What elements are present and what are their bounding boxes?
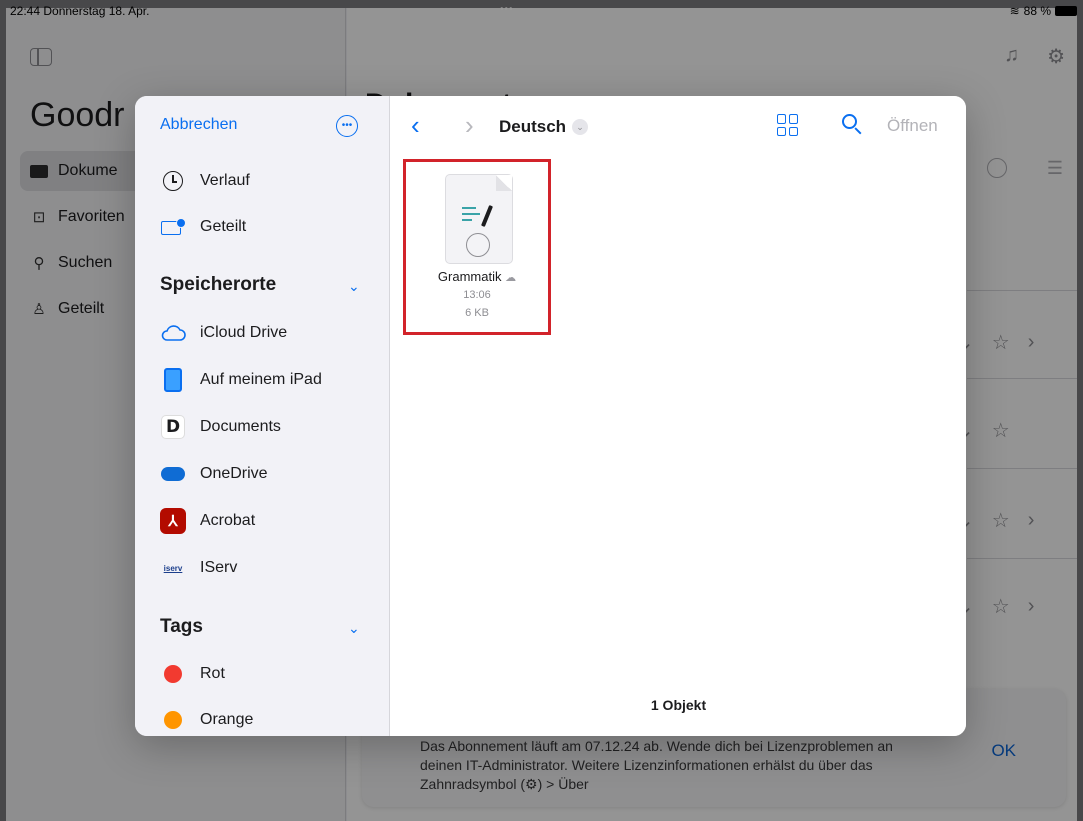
sidebar-item-icloud-drive[interactable]: iCloud Drive	[160, 318, 287, 348]
shared-folder-icon	[160, 214, 186, 240]
sidebar-item-label: Auf meinem iPad	[200, 371, 322, 388]
locations-header[interactable]: Speicherorte	[160, 274, 276, 296]
forward-chevron-icon[interactable]: ›	[465, 112, 474, 138]
tags-header[interactable]: Tags	[160, 616, 203, 638]
document-thumbnail-icon	[446, 175, 512, 263]
sidebar-item-label: Acrobat	[200, 512, 256, 529]
documents-app-icon: D	[160, 414, 186, 440]
sidebar-item-shared[interactable]: Geteilt	[160, 212, 246, 242]
iserv-icon: iserv	[163, 563, 183, 573]
file-picker-dialog: Abbrechen ••• Verlauf Geteilt Speicheror…	[135, 96, 966, 736]
onedrive-icon	[160, 461, 186, 487]
sidebar-item-on-my-ipad[interactable]: Auf meinem iPad	[160, 365, 322, 395]
sidebar-item-label: Rot	[200, 665, 225, 682]
sidebar-item-tag-orange[interactable]: Orange	[160, 705, 253, 735]
sidebar-item-label: Orange	[200, 711, 254, 728]
sidebar-item-label: OneDrive	[200, 465, 268, 482]
search-icon[interactable]	[841, 113, 863, 135]
battery-percent: 88 %	[1023, 4, 1051, 18]
cancel-button[interactable]: Abbrechen	[160, 116, 237, 134]
multitasking-dots[interactable]: •••	[500, 4, 514, 15]
file-size: 6 KB	[465, 307, 489, 319]
file-item-grammatik[interactable]: Grammatik ☁ 13:06 6 KB	[403, 159, 551, 335]
acrobat-icon: ⅄	[160, 508, 186, 534]
chevron-down-icon[interactable]: ⌄	[348, 620, 360, 637]
sidebar-item-onedrive[interactable]: OneDrive	[160, 459, 268, 489]
sidebar-item-label: IServ	[200, 559, 238, 576]
cloud-icon	[160, 320, 186, 346]
folder-title-button[interactable]: Deutsch ⌄	[499, 117, 589, 137]
item-count: 1 Objekt	[650, 697, 707, 713]
picker-browser: ‹ › Deutsch ⌄ Öffnen Grammatik ☁ 13:06 6…	[391, 96, 966, 736]
folder-title: Deutsch	[499, 117, 567, 136]
open-button[interactable]: Öffnen	[887, 116, 938, 136]
sidebar-item-acrobat[interactable]: ⅄ Acrobat	[160, 506, 255, 536]
sidebar-item-label: Documents	[200, 418, 281, 435]
picker-sidebar: Abbrechen ••• Verlauf Geteilt Speicheror…	[135, 96, 390, 736]
tag-dot-icon	[160, 707, 186, 733]
sidebar-item-documents[interactable]: D Documents	[160, 412, 281, 442]
sidebar-item-label: Verlauf	[200, 172, 250, 189]
file-time: 13:06	[463, 289, 491, 301]
ipad-icon	[160, 367, 186, 393]
clock-icon	[160, 168, 186, 194]
file-name-row: Grammatik ☁	[406, 269, 548, 284]
sidebar-item-recents[interactable]: Verlauf	[160, 166, 250, 196]
sidebar-item-tag-red[interactable]: Rot	[160, 659, 225, 689]
sidebar-item-iserv[interactable]: iserv IServ	[160, 553, 238, 583]
battery-icon	[1055, 6, 1077, 16]
cloud-download-icon: ☁	[505, 272, 517, 284]
back-chevron-icon[interactable]: ‹	[411, 112, 420, 138]
more-options-icon[interactable]: •••	[336, 115, 358, 137]
tag-dot-icon	[160, 661, 186, 687]
chevron-down-icon[interactable]: ⌄	[348, 278, 360, 295]
grid-view-icon[interactable]	[777, 114, 799, 136]
sidebar-item-label: Geteilt	[200, 218, 247, 235]
status-right: ≋ 88 %	[1010, 4, 1077, 18]
chevron-down-icon: ⌄	[572, 119, 589, 135]
file-name: Grammatik	[437, 269, 502, 284]
sidebar-item-label: iCloud Drive	[200, 324, 288, 341]
wifi-icon: ≋	[1009, 4, 1020, 18]
status-time: 22:44 Donnerstag 18. Apr.	[10, 4, 150, 18]
